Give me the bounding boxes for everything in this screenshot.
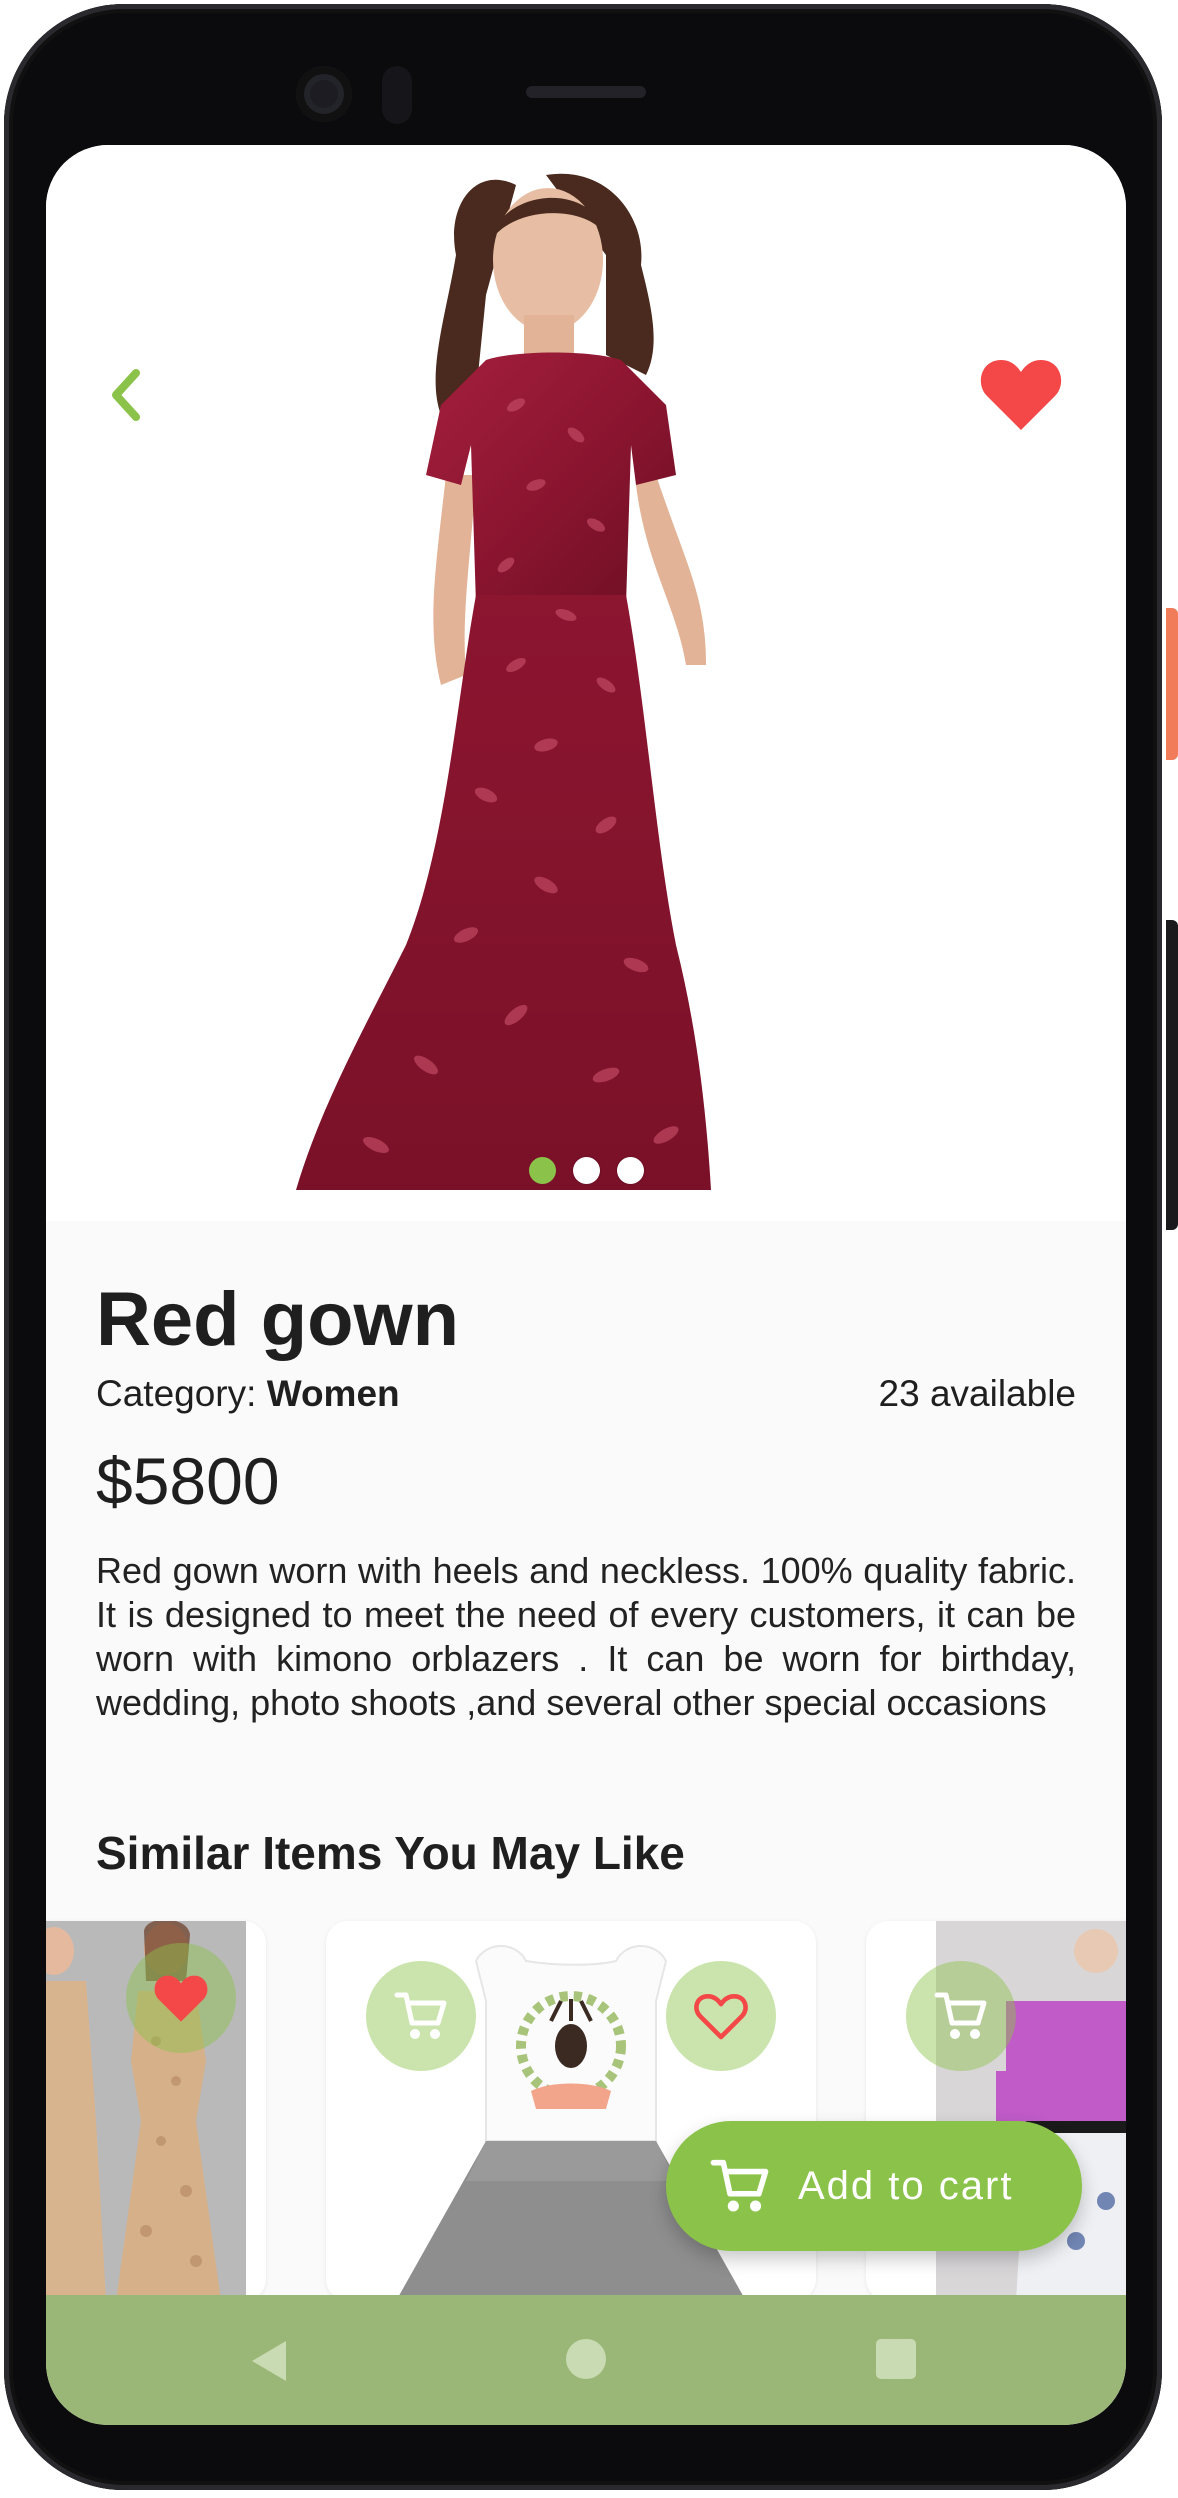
back-button[interactable] bbox=[96, 365, 156, 425]
cart-icon bbox=[394, 1992, 447, 2039]
volume-button bbox=[1166, 920, 1178, 1230]
heart-outline-icon bbox=[694, 1993, 748, 2040]
product-image-carousel[interactable] bbox=[46, 145, 1126, 1221]
add-to-cart-label: Add to cart bbox=[798, 2163, 1014, 2208]
cart-icon bbox=[710, 2156, 770, 2216]
carousel-dot-1[interactable] bbox=[528, 1157, 556, 1184]
similar-item-cart-button[interactable] bbox=[906, 1961, 1016, 2071]
power-button bbox=[1166, 608, 1178, 760]
similar-item-cart-button[interactable] bbox=[366, 1961, 476, 2071]
proximity-sensor bbox=[382, 66, 412, 124]
product-category: Category: Women bbox=[96, 1371, 400, 1417]
nav-recent-icon[interactable] bbox=[876, 2339, 916, 2379]
product-title: Red gown bbox=[96, 1277, 460, 1362]
front-camera bbox=[296, 66, 352, 122]
cart-icon bbox=[934, 1992, 987, 2039]
similar-item-card[interactable] bbox=[46, 1921, 266, 2301]
earpiece-speaker bbox=[526, 86, 646, 98]
category-label: Category: bbox=[96, 1373, 267, 1414]
category-value: Women bbox=[266, 1373, 400, 1414]
heart-filled-icon bbox=[154, 1975, 208, 2022]
chevron-left-icon bbox=[112, 369, 140, 421]
app-screen: Red gown Category: Women 23 available $5… bbox=[46, 145, 1126, 2425]
system-navigation-bar bbox=[46, 2295, 1126, 2425]
device-frame: Red gown Category: Women 23 available $5… bbox=[0, 0, 1178, 2498]
nav-back-icon[interactable] bbox=[248, 2339, 288, 2383]
similar-item-favorite-button[interactable] bbox=[126, 1943, 236, 2053]
heart-filled-icon bbox=[980, 360, 1062, 430]
carousel-indicators bbox=[46, 1157, 1126, 1187]
carousel-dot-3[interactable] bbox=[616, 1157, 644, 1184]
similar-item-favorite-button[interactable] bbox=[666, 1961, 776, 2071]
add-to-cart-button[interactable]: Add to cart bbox=[666, 2121, 1082, 2251]
gown-image bbox=[46, 173, 1126, 1221]
product-price: $5800 bbox=[96, 1444, 280, 1518]
favorite-button[interactable] bbox=[976, 351, 1066, 437]
availability-count: 23 available bbox=[878, 1373, 1076, 1414]
product-description: Red gown worn with heels and neckless. 1… bbox=[96, 1550, 1076, 1723]
similar-items-heading: Similar Items You May Like bbox=[96, 1827, 685, 1879]
nav-home-icon[interactable] bbox=[566, 2339, 606, 2379]
carousel-dot-2[interactable] bbox=[572, 1157, 600, 1184]
